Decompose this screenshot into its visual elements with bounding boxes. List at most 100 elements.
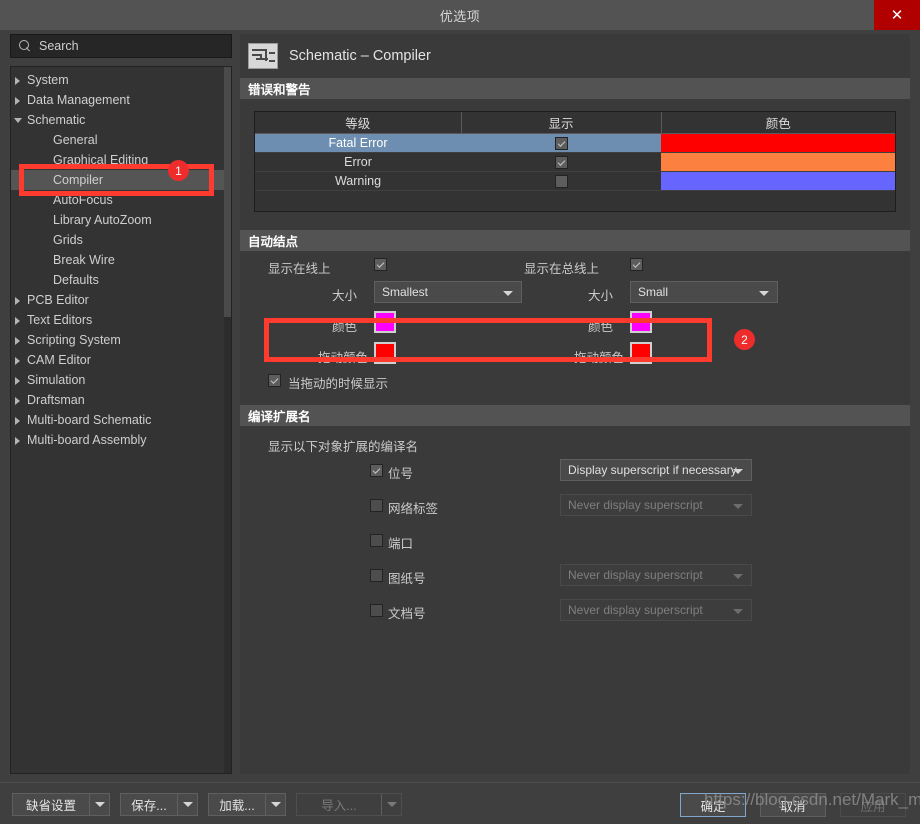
chevron-right-icon[interactable] (15, 437, 20, 445)
compile-name-row: 图纸号 Never display superscript (254, 561, 896, 596)
sidebar-item-text-editors[interactable]: Text Editors (11, 310, 225, 330)
chevron-right-icon[interactable] (15, 357, 20, 365)
sidebar-item-label: Compiler (53, 173, 104, 187)
sidebar-item-label: Text Editors (27, 313, 93, 327)
bus-size-select[interactable]: Small (630, 280, 778, 303)
footer-split-button-2[interactable]: 加载... (208, 793, 286, 816)
wire-size-label: 大小 (332, 288, 358, 303)
sidebar-item-draftsman[interactable]: Draftsman (11, 390, 225, 410)
chevron-down-icon (733, 503, 743, 509)
ok-button-label: 确定 (700, 799, 726, 814)
section-header-compile: 编译扩展名 (240, 404, 910, 426)
wire-drag-color-swatch[interactable] (374, 341, 396, 364)
bus-color-swatch[interactable] (630, 310, 652, 333)
sidebar-item-scripting-system[interactable]: Scripting System (11, 330, 225, 350)
sidebar-item-multi-board-schematic[interactable]: Multi-board Schematic (11, 410, 225, 430)
footer-split-button-label: 缺省设置 (25, 799, 76, 813)
cell-color[interactable] (661, 152, 895, 172)
cell-color[interactable] (661, 171, 895, 191)
footer-split-button-1[interactable]: 保存... (120, 793, 198, 816)
sidebar-item-break-wire[interactable]: Break Wire (11, 250, 225, 270)
superscript-select-value: Never display superscript (568, 602, 703, 617)
sidebar-item-label: Multi-board Assembly (27, 433, 147, 447)
footer-split-button-arrow[interactable] (177, 794, 197, 815)
compile-names-intro: 显示以下对象扩展的编译名 (268, 439, 419, 454)
table-filler-row (255, 191, 895, 211)
sidebar-item-data-management[interactable]: Data Management (11, 90, 225, 110)
cell-level: Warning (255, 171, 461, 191)
column-header-level[interactable]: 等级 (255, 112, 462, 134)
sidebar-item-graphical-editing[interactable]: Graphical Editing (11, 150, 225, 170)
sidebar-item-label: Scripting System (27, 333, 121, 347)
column-header-show[interactable]: 显示 (461, 112, 662, 134)
superscript-select-value: Never display superscript (568, 497, 703, 512)
wire-color-swatch[interactable] (374, 310, 396, 333)
sidebar-item-autofocus[interactable]: AutoFocus (11, 190, 225, 210)
compile-name-checkbox[interactable] (370, 533, 383, 547)
sidebar-item-schematic[interactable]: Schematic (11, 110, 225, 130)
preferences-dialog: 优选项 ✕ Search System Data Management Schema… (0, 0, 920, 824)
show-while-dragging-checkbox[interactable] (268, 373, 281, 387)
compile-name-checkbox[interactable] (370, 463, 383, 477)
compile-name-checkbox[interactable] (370, 568, 383, 582)
display-on-bus-label: 显示在总线上 (524, 261, 600, 276)
footer-split-button-arrow[interactable] (265, 794, 285, 815)
show-checkbox[interactable] (554, 175, 568, 189)
cancel-button[interactable]: 取消 (760, 793, 826, 817)
sidebar-item-system[interactable]: System (11, 70, 225, 90)
settings-pane: Schematic – Compiler 错误和警告 等级 显示 颜色 Fata… (240, 34, 910, 774)
bus-color-label: 颜色 (588, 319, 614, 334)
show-checkbox[interactable] (554, 137, 568, 151)
sidebar-item-compiler[interactable]: Compiler (11, 170, 225, 190)
apply-button-label: 应用 (860, 799, 886, 814)
search-input[interactable]: Search (10, 34, 232, 58)
chevron-right-icon[interactable] (15, 317, 20, 325)
chevron-down-icon (386, 802, 397, 807)
bus-drag-color-swatch[interactable] (630, 341, 652, 364)
chevron-down-icon[interactable] (14, 118, 22, 123)
sidebar-scrollbar-thumb[interactable] (224, 67, 231, 317)
superscript-select[interactable]: Display superscript if necessary (560, 458, 752, 481)
table-row[interactable]: Warning (255, 171, 895, 191)
filler-cell (461, 191, 661, 211)
footer-split-button-0[interactable]: 缺省设置 (12, 793, 110, 816)
color-swatch[interactable] (661, 172, 895, 190)
sidebar-scrollbar[interactable] (224, 67, 231, 773)
table-row[interactable]: Error (255, 152, 895, 172)
wire-color-label: 颜色 (332, 319, 358, 334)
sidebar-item-defaults[interactable]: Defaults (11, 270, 225, 290)
compile-name-checkbox[interactable] (370, 603, 383, 617)
footer-split-button-arrow[interactable] (89, 794, 109, 815)
compile-name-row: 位号 Display superscript if necessary (254, 456, 896, 491)
color-swatch[interactable] (661, 134, 895, 152)
sidebar-item-simulation[interactable]: Simulation (11, 370, 225, 390)
display-on-wire-checkbox[interactable] (374, 257, 387, 271)
show-checkbox[interactable] (554, 156, 568, 170)
sidebar-item-grids[interactable]: Grids (11, 230, 225, 250)
chevron-right-icon[interactable] (15, 77, 20, 85)
apply-button: 应用 (840, 793, 906, 817)
wire-drag-color-label: 拖动颜色 (318, 350, 369, 365)
table-row[interactable]: Fatal Error (255, 133, 895, 153)
sidebar-item-multi-board-assembly[interactable]: Multi-board Assembly (11, 430, 225, 450)
compile-name-checkbox[interactable] (370, 498, 383, 512)
chevron-right-icon[interactable] (15, 417, 20, 425)
superscript-select: Never display superscript (560, 493, 752, 516)
chevron-right-icon[interactable] (15, 97, 20, 105)
sidebar-item-pcb-editor[interactable]: PCB Editor (11, 290, 225, 310)
ok-button[interactable]: 确定 (680, 793, 746, 817)
display-on-bus-checkbox[interactable] (630, 257, 643, 271)
sidebar-item-cam-editor[interactable]: CAM Editor (11, 350, 225, 370)
chevron-right-icon[interactable] (15, 337, 20, 345)
color-swatch[interactable] (661, 153, 895, 171)
column-header-color[interactable]: 颜色 (661, 112, 895, 134)
sidebar-item-general[interactable]: General (11, 130, 225, 150)
wire-size-select[interactable]: Smallest (374, 280, 522, 303)
close-button[interactable]: ✕ (874, 0, 920, 30)
cell-color[interactable] (661, 133, 895, 153)
compile-name-row: 端口 (254, 526, 896, 561)
chevron-right-icon[interactable] (15, 377, 20, 385)
sidebar-item-library-autozoom[interactable]: Library AutoZoom (11, 210, 225, 230)
chevron-right-icon[interactable] (15, 297, 20, 305)
chevron-right-icon[interactable] (15, 397, 20, 405)
